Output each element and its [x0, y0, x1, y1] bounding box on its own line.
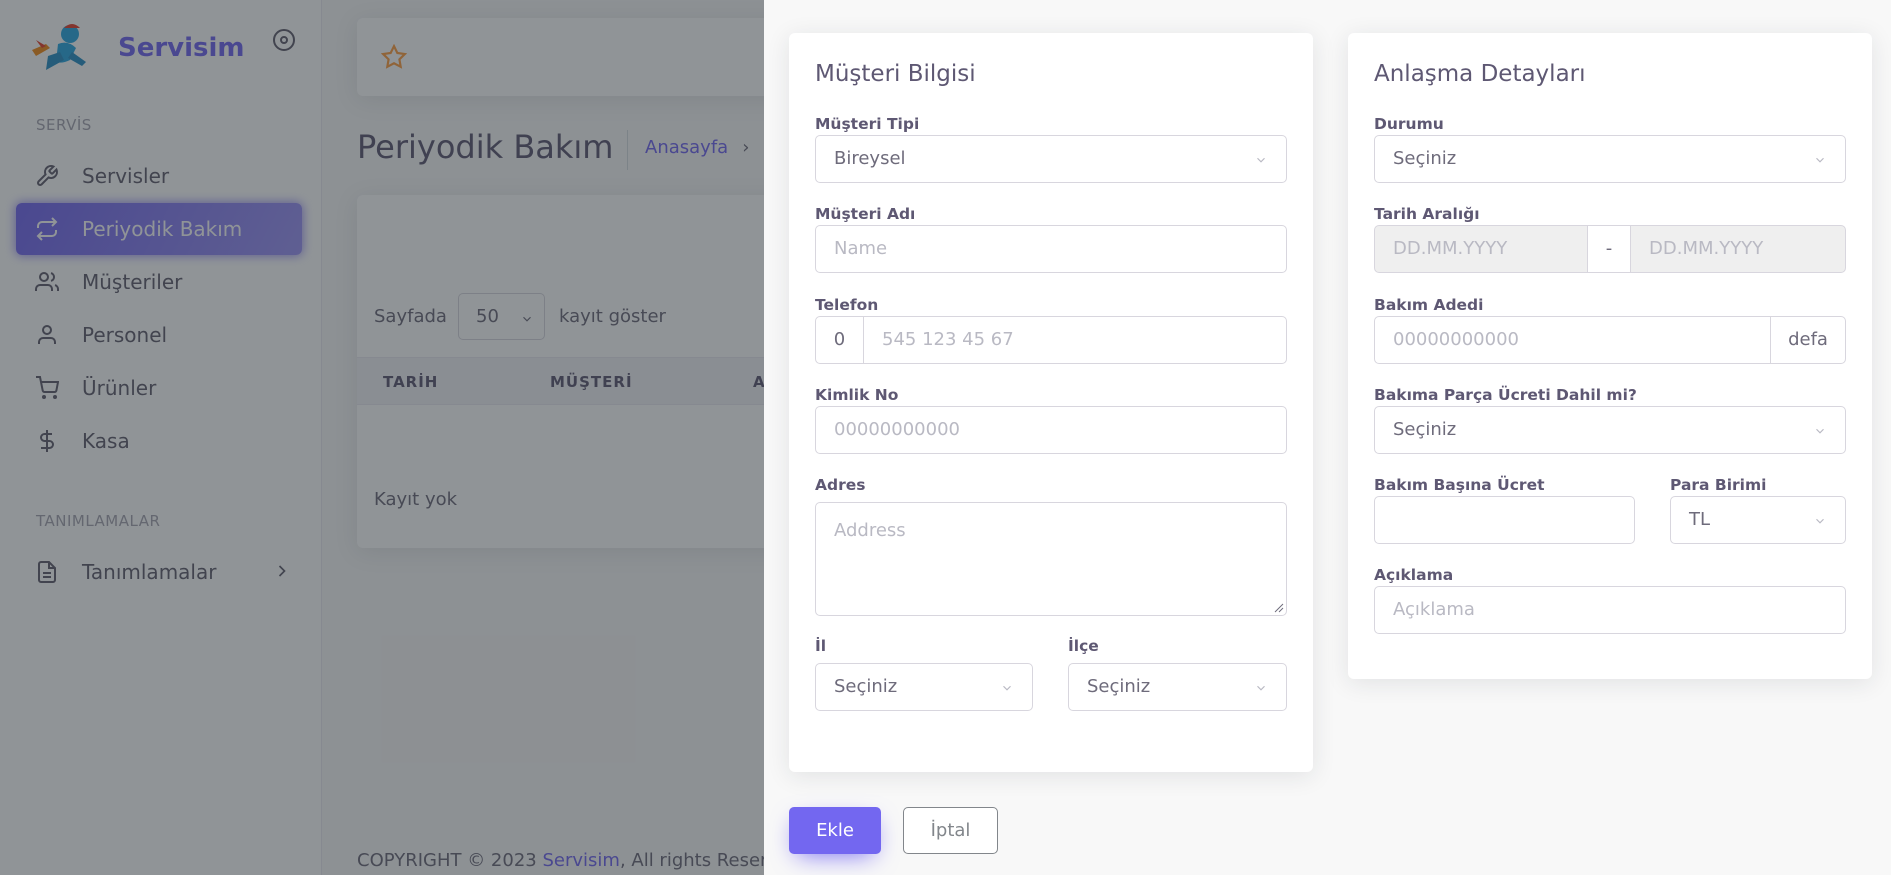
address-placeholder: Address: [834, 520, 906, 541]
agreement-card-title: Anlaşma Detayları: [1374, 61, 1586, 87]
description-label: Açıklama: [1374, 566, 1454, 584]
customer-type-value: Bireysel: [834, 148, 906, 169]
currency-select[interactable]: TL: [1670, 496, 1846, 544]
province-value: Seçiniz: [834, 676, 898, 697]
agreement-details-card: Anlaşma Detayları Durumu Seçiniz Tarih A…: [1348, 33, 1872, 679]
date-range-end-input[interactable]: DD.MM.YYYY: [1630, 225, 1846, 273]
customer-type-select[interactable]: Bireysel: [815, 135, 1287, 183]
district-value: Seçiniz: [1087, 676, 1151, 697]
chevron-down-icon: [1816, 518, 1824, 524]
parts-included-label: Bakıma Parça Ücreti Dahil mi?: [1374, 386, 1637, 404]
phone-input[interactable]: 545 123 45 67: [863, 316, 1287, 364]
chevron-down-icon: [1003, 685, 1011, 691]
phone-prefix: 0: [815, 316, 864, 364]
currency-value: TL: [1689, 509, 1711, 530]
resize-grip-icon[interactable]: [1274, 603, 1284, 613]
customer-name-input[interactable]: Name: [815, 225, 1287, 273]
price-per-maintenance-label: Bakım Başına Ücret: [1374, 476, 1545, 494]
district-select[interactable]: Seçiniz: [1068, 663, 1287, 711]
identity-no-label: Kimlik No: [815, 386, 899, 404]
identity-no-input[interactable]: 00000000000: [815, 406, 1287, 454]
price-per-maintenance-input[interactable]: [1374, 496, 1635, 544]
district-label: İlçe: [1068, 637, 1099, 655]
chevron-down-icon: [1816, 157, 1824, 163]
phone-label: Telefon: [815, 296, 879, 314]
maintenance-count-label: Bakım Adedi: [1374, 296, 1484, 314]
address-label: Adres: [815, 476, 866, 494]
date-range-start-input[interactable]: DD.MM.YYYY: [1374, 225, 1588, 273]
panel-header-strip: [764, 0, 1891, 12]
status-select[interactable]: Seçiniz: [1374, 135, 1846, 183]
province-select[interactable]: Seçiniz: [815, 663, 1033, 711]
add-maintenance-panel: Müşteri Bilgisi Müşteri Tipi Bireysel Mü…: [764, 0, 1891, 875]
maintenance-count-suffix: defa: [1770, 316, 1846, 364]
chevron-down-icon: [1257, 685, 1265, 691]
customer-name-label: Müşteri Adı: [815, 205, 916, 223]
customer-type-label: Müşteri Tipi: [815, 115, 920, 133]
status-value: Seçiniz: [1393, 148, 1457, 169]
status-label: Durumu: [1374, 115, 1444, 133]
date-range-separator: -: [1587, 225, 1631, 273]
customer-card-title: Müşteri Bilgisi: [815, 61, 976, 87]
parts-included-select[interactable]: Seçiniz: [1374, 406, 1846, 454]
cancel-button[interactable]: İptal: [903, 807, 998, 854]
maintenance-count-input[interactable]: 00000000000: [1374, 316, 1771, 364]
parts-included-value: Seçiniz: [1393, 419, 1457, 440]
province-label: İl: [815, 637, 827, 655]
chevron-down-icon: [1257, 157, 1265, 163]
description-input[interactable]: Açıklama: [1374, 586, 1846, 634]
add-button[interactable]: Ekle: [789, 807, 881, 854]
date-range-label: Tarih Aralığı: [1374, 205, 1480, 223]
currency-label: Para Birimi: [1670, 476, 1767, 494]
address-textarea[interactable]: Address: [815, 502, 1287, 616]
chevron-down-icon: [1816, 428, 1824, 434]
customer-info-card: Müşteri Bilgisi Müşteri Tipi Bireysel Mü…: [789, 33, 1313, 772]
